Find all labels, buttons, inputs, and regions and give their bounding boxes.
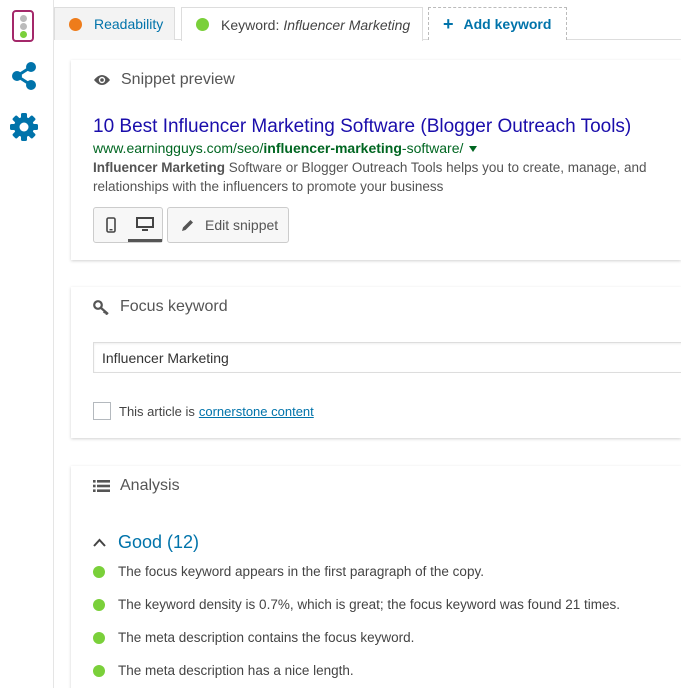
traffic-dot-red	[20, 15, 27, 22]
snippet-url[interactable]: www.earningguys.com/seo/influencer-marke…	[93, 140, 478, 156]
tab-keyword[interactable]: Keyword: Influencer Marketing	[181, 7, 423, 41]
pencil-icon	[182, 219, 193, 231]
good-results-toggle[interactable]: Good (12)	[93, 532, 199, 553]
add-keyword-label: Add keyword	[463, 16, 552, 32]
result-text: The meta description has a nice length.	[118, 663, 354, 678]
edit-snippet-button[interactable]: Edit snippet	[167, 207, 289, 243]
share-icon[interactable]	[10, 61, 38, 91]
list-icon	[93, 480, 110, 492]
snippet-preview-panel: Snippet preview 10 Best Influencer Marke…	[71, 60, 681, 260]
keyword-status-icon	[196, 18, 209, 31]
list-item: The meta description contains the focus …	[93, 630, 620, 663]
plus-icon: +	[443, 13, 454, 34]
good-bullet-icon	[93, 632, 105, 644]
list-item: The focus keyword appears in the first p…	[93, 564, 620, 597]
cornerstone-row: This article is cornerstone content	[93, 402, 314, 420]
good-bullet-icon	[93, 599, 105, 611]
analysis-heading: Analysis	[93, 477, 180, 495]
tab-readability-label: Readability	[94, 16, 164, 32]
result-text: The focus keyword appears in the first p…	[118, 564, 484, 579]
cornerstone-checkbox[interactable]	[93, 402, 111, 420]
good-results-label: Good (12)	[118, 532, 200, 552]
desktop-preview-button[interactable]	[128, 208, 162, 242]
device-toggle	[93, 207, 163, 243]
chevron-up-icon	[93, 538, 106, 547]
good-bullet-icon	[93, 665, 105, 677]
focus-keyword-heading: Focus keyword	[93, 298, 228, 316]
snippet-url-base: www.earningguys.com/seo/	[93, 140, 264, 156]
cornerstone-link[interactable]: cornerstone content	[199, 404, 314, 419]
mobile-icon	[106, 217, 116, 233]
gear-icon[interactable]	[9, 112, 39, 142]
good-results-list: The focus keyword appears in the first p…	[93, 564, 620, 688]
eye-icon	[94, 75, 110, 85]
snippet-preview-heading-label: Snippet preview	[121, 71, 235, 88]
snippet-description[interactable]: Influencer Marketing Software or Blogger…	[93, 158, 681, 196]
list-item: The keyword density is 0.7%, which is gr…	[93, 597, 620, 630]
result-text: The keyword density is 0.7%, which is gr…	[118, 597, 620, 612]
desktop-icon	[136, 216, 154, 231]
snippet-desc-line1: Software or Blogger Outreach Tools helps…	[225, 160, 647, 175]
analysis-panel: Analysis Good (12) The focus keyword app…	[71, 466, 681, 688]
snippet-preview-heading[interactable]: Snippet preview	[93, 71, 235, 89]
focus-keyword-input[interactable]	[93, 342, 681, 373]
focus-keyword-panel: Focus keyword This article is cornerston…	[71, 287, 681, 438]
mobile-preview-button[interactable]	[94, 208, 128, 242]
analysis-heading-label: Analysis	[120, 477, 180, 494]
traffic-dot-green	[20, 31, 27, 38]
sidebar	[0, 0, 54, 688]
tab-bar: Readability Keyword: Influencer Marketin…	[54, 0, 681, 41]
edit-snippet-label: Edit snippet	[205, 217, 279, 233]
cornerstone-label: This article is	[119, 403, 195, 419]
result-text: The meta description contains the focus …	[118, 630, 415, 645]
tab-keyword-value: Influencer Marketing	[283, 16, 411, 33]
snippet-url-keyword: influencer-marketing	[263, 140, 402, 156]
traffic-light-icon[interactable]	[12, 10, 34, 42]
snippet-desc-line2: relationships with the influencers to pr…	[93, 179, 444, 194]
tab-keyword-prefix: Keyword:	[221, 16, 280, 33]
good-bullet-icon	[93, 566, 105, 578]
snippet-url-rest: -software/	[401, 140, 464, 156]
list-item: The meta description has a nice length.	[93, 663, 620, 688]
snippet-desc-keyword: Influencer Marketing	[93, 160, 226, 175]
add-keyword-button[interactable]: + Add keyword	[428, 7, 567, 40]
tab-readability[interactable]: Readability	[54, 7, 175, 40]
key-icon	[93, 299, 109, 315]
snippet-title[interactable]: 10 Best Influencer Marketing Software (B…	[93, 116, 631, 138]
readability-status-icon	[69, 17, 82, 31]
focus-keyword-heading-label: Focus keyword	[120, 298, 228, 315]
caret-down-icon	[469, 146, 478, 153]
traffic-dot-orange	[20, 23, 27, 30]
